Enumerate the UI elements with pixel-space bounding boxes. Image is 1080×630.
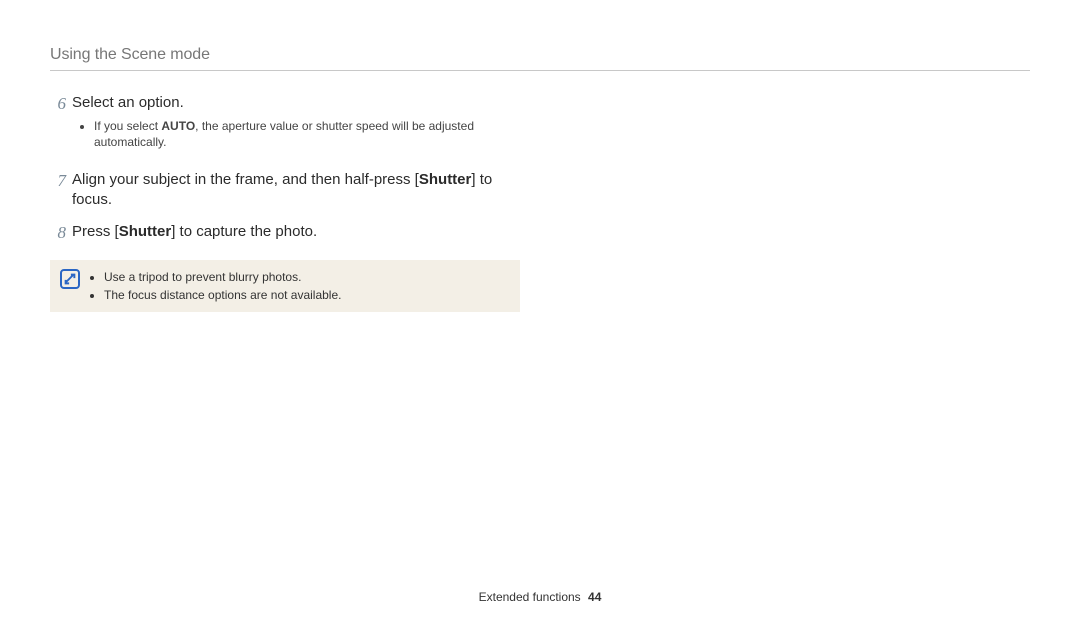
step-sub-bullets: If you select AUTO, the aperture value o…: [80, 117, 530, 151]
step-number: 8: [50, 222, 72, 245]
note-icon: [60, 269, 80, 289]
step-8: 8 Press [Shutter] to capture the photo.: [50, 222, 530, 246]
step-text: Press [Shutter] to capture the photo.: [72, 222, 530, 242]
step-body: Align your subject in the frame, and the…: [72, 170, 530, 215]
step-7: 7 Align your subject in the frame, and t…: [50, 170, 530, 215]
step-number: 7: [50, 170, 72, 193]
text-post: ] to capture the photo.: [171, 223, 317, 240]
step-body: Select an option. If you select AUTO, th…: [72, 93, 530, 162]
header-title: Using the Scene mode: [50, 46, 1030, 64]
footer-section: Extended functions: [479, 590, 581, 604]
note-bullet: Use a tripod to prevent blurry photos.: [104, 268, 341, 286]
text-strong: Shutter: [119, 223, 172, 240]
bullet-strong: AUTO: [161, 119, 195, 133]
page-header: Using the Scene mode: [50, 46, 1030, 71]
text-pre: Align your subject in the frame, and the…: [72, 171, 419, 188]
text-pre: Press [: [72, 223, 119, 240]
page-footer: Extended functions 44: [0, 590, 1080, 604]
header-rule: [50, 70, 1030, 71]
note-bullets: Use a tripod to prevent blurry photos. T…: [90, 268, 341, 304]
page: Using the Scene mode 6 Select an option.…: [0, 0, 1080, 630]
footer-page-number: 44: [588, 590, 601, 604]
step-6: 6 Select an option. If you select AUTO, …: [50, 93, 530, 162]
text-strong: Shutter: [419, 171, 472, 188]
step-text: Align your subject in the frame, and the…: [72, 170, 530, 211]
step-body: Press [Shutter] to capture the photo.: [72, 222, 530, 246]
bullet-pre: If you select: [94, 119, 161, 133]
step-text: Select an option.: [72, 93, 530, 113]
bullet-item: If you select AUTO, the aperture value o…: [94, 117, 530, 151]
note-box: Use a tripod to prevent blurry photos. T…: [50, 260, 520, 312]
step-number: 6: [50, 93, 72, 116]
note-bullet: The focus distance options are not avail…: [104, 286, 341, 304]
content-column: 6 Select an option. If you select AUTO, …: [50, 93, 530, 312]
